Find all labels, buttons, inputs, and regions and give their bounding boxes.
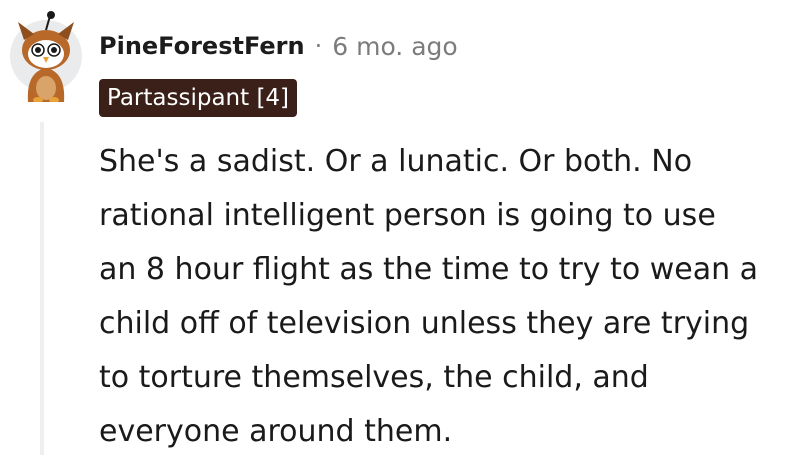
- comment-header: PineForestFern · 6 mo. ago: [99, 26, 458, 66]
- comment-body: She's a sadist. Or a lunatic. Or both. N…: [99, 144, 759, 449]
- author-username[interactable]: PineForestFern: [99, 32, 305, 60]
- thread-collapse-line[interactable]: [40, 122, 44, 455]
- owl-avatar-icon[interactable]: [10, 10, 82, 103]
- comment: PineForestFern · 6 mo. ago Partassipant …: [0, 0, 787, 455]
- separator-dot: ·: [314, 32, 323, 60]
- user-flair-badge: Partassipant [4]: [99, 79, 298, 117]
- owl-avatar-graphic: [10, 11, 82, 103]
- comment-timestamp[interactable]: 6 mo. ago: [332, 32, 457, 61]
